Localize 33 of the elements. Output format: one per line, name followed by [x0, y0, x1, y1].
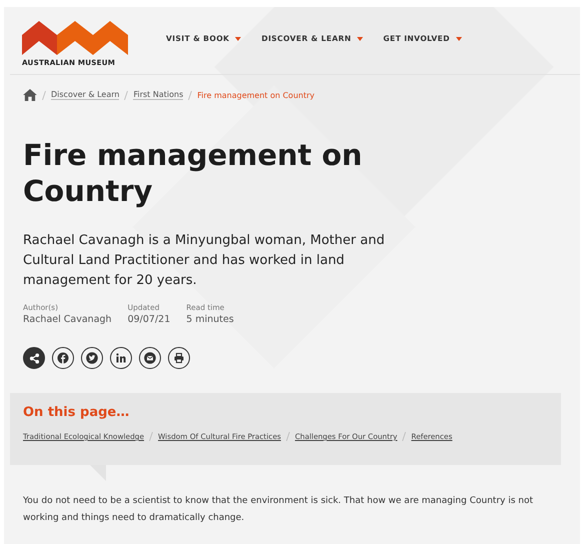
- breadcrumb-separator: [42, 90, 46, 100]
- facebook-button[interactable]: [52, 347, 74, 369]
- page-title: Fire management on Country: [23, 137, 364, 209]
- meta-value: 09/07/21: [128, 314, 170, 325]
- link-separator: [149, 432, 154, 441]
- meta-value: 5 minutes: [186, 314, 234, 325]
- twitter-button[interactable]: [81, 347, 103, 369]
- lead-paragraph: Rachael Cavanagh is a Minyungbal woman, Mother and Cultural Land Practitioner and has worked in land management for 20 years.: [23, 232, 386, 290]
- share-button[interactable]: [23, 347, 45, 369]
- printer-icon: [173, 352, 185, 364]
- breadcrumb-current: Fire management on Country: [197, 90, 314, 100]
- home-icon[interactable]: [23, 89, 37, 101]
- logo-zigzag-icon: [22, 20, 128, 54]
- on-this-page-heading: On this page…: [23, 405, 130, 420]
- breadcrumb-link[interactable]: Discover & Learn: [51, 90, 120, 100]
- link-separator: [286, 432, 290, 441]
- share-icon: [28, 352, 40, 364]
- linkedin-icon: [115, 352, 127, 364]
- caret-icon: [456, 36, 462, 40]
- breadcrumb-separator: [188, 90, 192, 100]
- caret-icon: [235, 36, 242, 40]
- facebook-icon: [57, 352, 69, 364]
- breadcrumb-link[interactable]: First Nations: [133, 90, 184, 100]
- link-separator: [402, 432, 406, 441]
- meta-value: Rachael Cavanagh: [23, 314, 112, 325]
- envelope-icon: [144, 352, 156, 364]
- email-button[interactable]: [139, 347, 161, 369]
- body-paragraph: You do not need to be a scientist to know that the environment is sick. That how we are managing Country is not working and things need to dramatically change.: [23, 495, 534, 525]
- bird-icon: [86, 352, 98, 364]
- print-button[interactable]: [168, 347, 190, 369]
- breadcrumb-separator: [124, 90, 128, 100]
- linkedin-button[interactable]: [110, 347, 132, 369]
- caret-icon: [357, 36, 364, 40]
